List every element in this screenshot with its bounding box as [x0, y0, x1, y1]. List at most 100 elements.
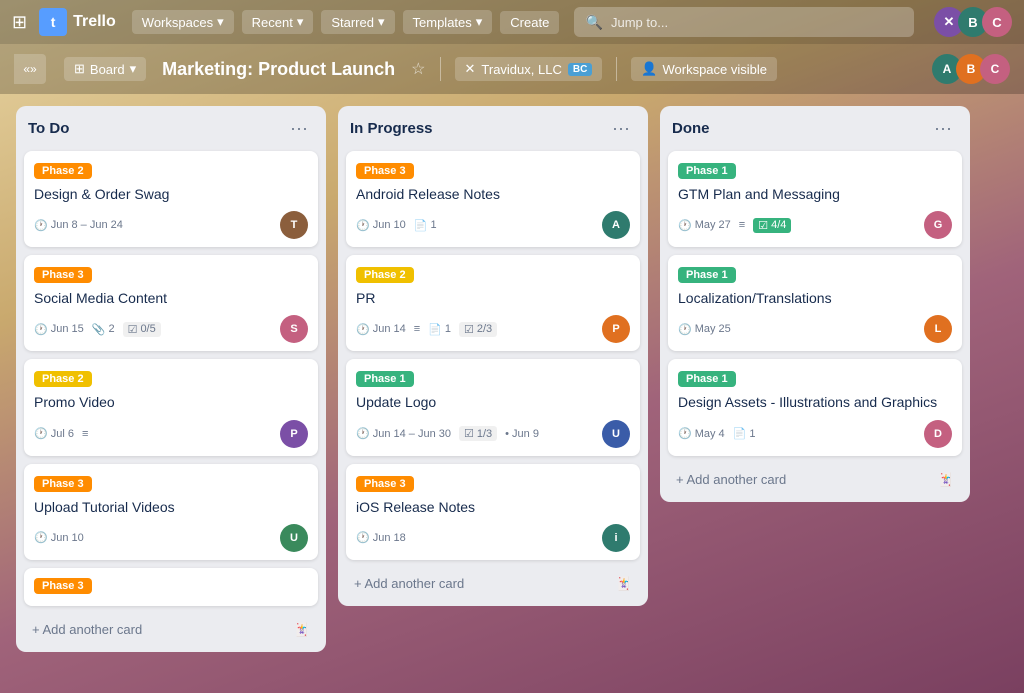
- card-truncated[interactable]: Phase 3: [24, 568, 318, 606]
- card-footer: 🕐 Jun 15 📎 2 ☑ 0/5: [34, 315, 308, 343]
- paperclip-icon: 📎: [92, 323, 106, 336]
- board-header: «» ⊞ Board ▾ Marketing: Product Launch ☆…: [0, 44, 1024, 94]
- card-title: Update Logo: [356, 393, 630, 411]
- card-footer: 🕐 Jun 18 i: [356, 524, 630, 552]
- card-date: 🕐 Jun 14 – Jun 30: [356, 427, 451, 440]
- card-title: Upload Tutorial Videos: [34, 498, 308, 516]
- add-card-row: + Add another card 🃏: [32, 622, 310, 638]
- starred-button[interactable]: Starred ▾: [321, 10, 394, 34]
- card-localization[interactable]: Phase 1 Localization/Translations 🕐 May …: [668, 255, 962, 351]
- card-footer: 🕐 Jul 6 ≡ P: [34, 420, 308, 448]
- card-avatar: A: [602, 211, 630, 239]
- card-gtm-plan[interactable]: Phase 1 GTM Plan and Messaging 🕐 May 27 …: [668, 151, 962, 247]
- column-title-todo: To Do: [28, 120, 69, 137]
- star-icon[interactable]: ☆: [411, 59, 425, 79]
- search-input[interactable]: [611, 15, 902, 30]
- card-design-swag[interactable]: Phase 2 Design & Order Swag 🕐 Jun 8 – Ju…: [24, 151, 318, 247]
- card-design-assets[interactable]: Phase 1 Design Assets - Illustrations an…: [668, 359, 962, 455]
- column-footer-done: + Add another card 🃏: [660, 460, 970, 502]
- board-avatar[interactable]: C: [980, 54, 1010, 84]
- create-button[interactable]: Create: [500, 11, 559, 34]
- add-card-button-todo[interactable]: + Add another card 🃏: [24, 616, 318, 644]
- nav-right: ✕ B C: [934, 7, 1012, 37]
- workspace-icon: ✕: [465, 61, 476, 77]
- cards-todo: Phase 2 Design & Order Swag 🕐 Jun 8 – Ju…: [16, 147, 326, 610]
- card-meta: 🕐 Jun 10: [34, 531, 280, 544]
- phase-badge: Phase 3: [34, 267, 92, 283]
- card-date: 🕐 May 25: [678, 323, 731, 336]
- card-meta: 🕐 Jun 18: [356, 531, 602, 544]
- column-title-done: Done: [672, 120, 710, 137]
- column-header-inprogress: In Progress ···: [338, 106, 648, 147]
- chevron-down-icon: ▾: [378, 14, 385, 30]
- card-date: 🕐 Jul 6: [34, 427, 74, 440]
- attachment-icon: 📄: [428, 323, 442, 336]
- phase-badge: Phase 3: [356, 163, 414, 179]
- card-pr[interactable]: Phase 2 PR 🕐 Jun 14 ≡ 📄: [346, 255, 640, 351]
- card-template-icon[interactable]: 🃏: [294, 622, 310, 638]
- card-promo-video[interactable]: Phase 2 Promo Video 🕐 Jul 6 ≡ P: [24, 359, 318, 455]
- card-checklist: ☑ 1/3: [459, 426, 497, 441]
- attachment-icon: 📄: [733, 427, 747, 440]
- card-upload-tutorials[interactable]: Phase 3 Upload Tutorial Videos 🕐 Jun 10 …: [24, 464, 318, 560]
- board-view-button[interactable]: ⊞ Board ▾: [64, 57, 146, 81]
- add-card-button-done[interactable]: + Add another card 🃏: [668, 466, 962, 494]
- list-icon: ≡: [82, 428, 88, 440]
- card-avatar: U: [602, 420, 630, 448]
- card-avatar: P: [280, 420, 308, 448]
- card-extra: • Jun 9: [505, 428, 539, 440]
- card-attachment: 📄 1: [414, 219, 437, 232]
- board-avatars[interactable]: A B C: [932, 54, 1010, 84]
- clock-icon: 🕐: [356, 531, 370, 544]
- workspaces-button[interactable]: Workspaces ▾: [132, 10, 234, 34]
- card-title: PR: [356, 289, 630, 307]
- card-footer: 🕐 May 4 📄 1 D: [678, 420, 952, 448]
- add-card-button-inprogress[interactable]: + Add another card 🃏: [346, 570, 640, 598]
- clock-icon: 🕐: [678, 219, 692, 232]
- card-avatar: U: [280, 524, 308, 552]
- card-social-media[interactable]: Phase 3 Social Media Content 🕐 Jun 15 📎 …: [24, 255, 318, 351]
- card-title: Design Assets - Illustrations and Graphi…: [678, 393, 952, 411]
- search-bar[interactable]: 🔍: [574, 7, 914, 37]
- phase-badge: Phase 3: [356, 476, 414, 492]
- avatar-stack[interactable]: ✕ B C: [934, 7, 1012, 37]
- phase-badge: Phase 1: [678, 371, 736, 387]
- card-ios-notes[interactable]: Phase 3 iOS Release Notes 🕐 Jun 18 i: [346, 464, 640, 560]
- card-template-icon[interactable]: 🃏: [616, 576, 632, 592]
- card-meta: 🕐 Jul 6 ≡: [34, 427, 280, 440]
- card-title: GTM Plan and Messaging: [678, 185, 952, 203]
- avatar[interactable]: C: [982, 7, 1012, 37]
- recent-button[interactable]: Recent ▾: [242, 10, 314, 34]
- column-menu-done[interactable]: ···: [928, 116, 958, 141]
- column-menu-inprogress[interactable]: ···: [606, 116, 636, 141]
- checklist-icon: ☑: [758, 219, 768, 232]
- phase-badge: Phase 1: [678, 163, 736, 179]
- column-header-todo: To Do ···: [16, 106, 326, 147]
- card-date: 🕐 Jun 8 – Jun 24: [34, 219, 123, 232]
- card-avatar: T: [280, 211, 308, 239]
- card-title: Promo Video: [34, 393, 308, 411]
- divider: [616, 57, 617, 81]
- chevron-down-icon: ▾: [297, 14, 304, 30]
- sidebar-toggle[interactable]: «»: [14, 54, 46, 84]
- card-footer: 🕐 Jun 14 – Jun 30 ☑ 1/3 • Jun 9 U: [356, 420, 630, 448]
- grid-icon[interactable]: ⊞: [12, 12, 27, 33]
- workspace-tag[interactable]: ✕ Travidux, LLC BC: [455, 57, 603, 81]
- card-footer: 🕐 Jun 14 ≡ 📄 1 ☑: [356, 315, 630, 343]
- trello-logo[interactable]: t Trello: [39, 8, 116, 36]
- column-menu-todo[interactable]: ···: [284, 116, 314, 141]
- card-meta: 🕐 Jun 8 – Jun 24: [34, 219, 280, 232]
- card-title: Localization/Translations: [678, 289, 952, 307]
- card-template-icon[interactable]: 🃏: [938, 472, 954, 488]
- card-avatar: D: [924, 420, 952, 448]
- trello-logo-icon: t: [39, 8, 67, 36]
- card-title: Social Media Content: [34, 289, 308, 307]
- card-attachment: 📄 1: [733, 427, 756, 440]
- card-android-notes[interactable]: Phase 3 Android Release Notes 🕐 Jun 10 📄…: [346, 151, 640, 247]
- visibility-button[interactable]: 👤 Workspace visible: [631, 57, 777, 81]
- top-navigation: ⊞ t Trello Workspaces ▾ Recent ▾ Starred…: [0, 0, 1024, 44]
- card-date: 🕐 May 4: [678, 427, 725, 440]
- card-avatar: S: [280, 315, 308, 343]
- templates-button[interactable]: Templates ▾: [403, 10, 493, 34]
- card-update-logo[interactable]: Phase 1 Update Logo 🕐 Jun 14 – Jun 30 ☑ …: [346, 359, 640, 455]
